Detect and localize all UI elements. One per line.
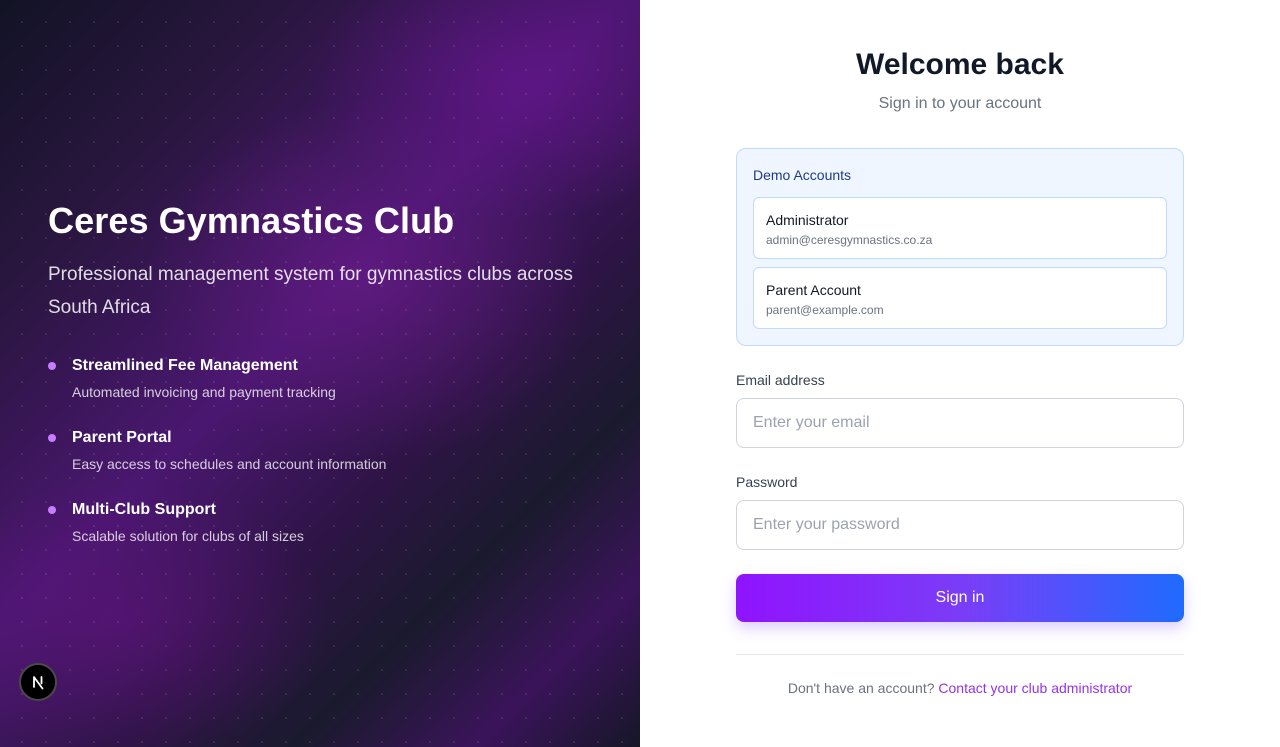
next-n-icon[interactable] [19,663,57,701]
login-panel: Welcome back Sign in to your account Dem… [640,0,1280,747]
demo-account-admin[interactable]: Administrator admin@ceresgymnastics.co.z… [753,197,1167,259]
brand-title: Ceres Gymnastics Club [48,200,455,241]
feature-description: Scalable solution for clubs of all sizes [72,528,304,544]
feature-title: Streamlined Fee Management [72,357,298,374]
footer-prompt: Don't have an account? [787,680,935,696]
bullet-icon [48,362,56,370]
hero-panel: Ceres Gymnastics Club Professional manag… [0,0,640,747]
feature-list: Streamlined Fee Management Automated inv… [48,354,608,570]
sign-in-button[interactable]: Sign in [736,574,1184,622]
contact-admin-link[interactable]: Contact your club administrator [938,680,1132,696]
page-subtitle: Sign in to your account [878,95,1042,112]
next-logo-glyph [33,676,44,690]
email-field[interactable] [736,398,1184,448]
feature-item: Streamlined Fee Management Automated inv… [48,354,608,426]
bullet-icon [48,506,56,514]
feature-title: Parent Portal [72,429,172,446]
demo-account-email: parent@example.com [766,303,884,317]
demo-accounts-panel: Demo Accounts Administrator admin@ceresg… [736,148,1184,346]
password-field[interactable] [736,500,1184,550]
feature-item: Multi-Club Support Scalable solution for… [48,498,608,570]
demo-account-role: Parent Account [766,282,861,298]
footer-help: Don't have an account? Contact your club… [736,680,1184,696]
feature-item: Parent Portal Easy access to schedules a… [48,426,608,498]
demo-account-parent[interactable]: Parent Account parent@example.com [753,267,1167,329]
demo-accounts-heading: Demo Accounts [753,167,852,183]
demo-account-email: admin@ceresgymnastics.co.za [766,233,933,247]
password-label: Password [736,474,798,490]
bullet-icon [48,434,56,442]
feature-description: Easy access to schedules and account inf… [72,456,387,472]
divider [736,654,1184,655]
feature-title: Multi-Club Support [72,501,216,518]
demo-account-role: Administrator [766,212,849,228]
feature-description: Automated invoicing and payment tracking [72,384,336,400]
page-title: Welcome back [856,48,1064,81]
email-label: Email address [736,372,825,388]
brand-subtitle: Professional management system for gymna… [48,264,573,318]
